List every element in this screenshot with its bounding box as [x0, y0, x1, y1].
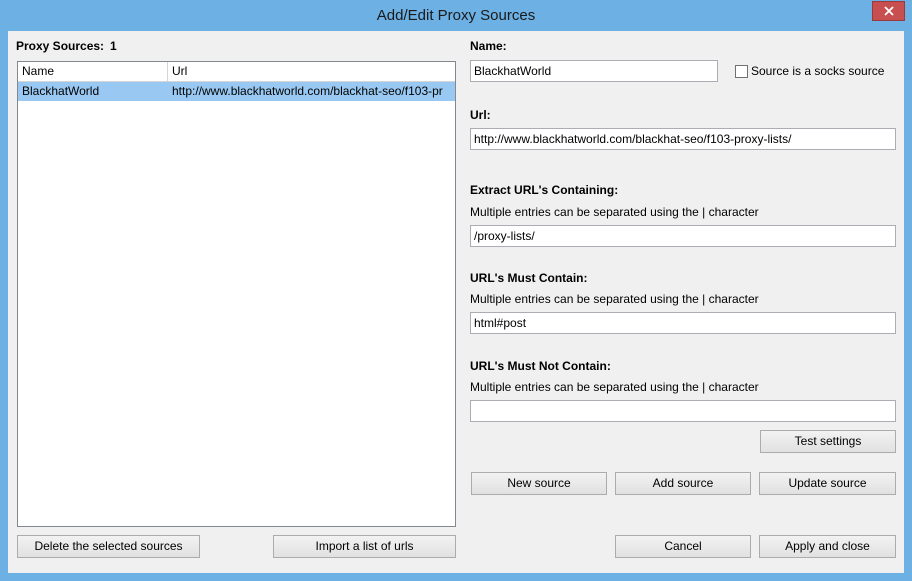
dialog-body: Proxy Sources: 1 Name Url BlackhatWorld h…: [8, 31, 904, 573]
update-source-button[interactable]: Update source: [759, 472, 896, 495]
extract-label: Extract URL's Containing:: [470, 183, 619, 197]
url-label: Url:: [470, 108, 491, 122]
close-icon: [883, 6, 894, 16]
must-not-contain-label: URL's Must Not Contain:: [470, 359, 611, 373]
title-bar[interactable]: Add/Edit Proxy Sources: [0, 0, 912, 32]
apply-and-close-button[interactable]: Apply and close: [759, 535, 896, 558]
window-title: Add/Edit Proxy Sources: [376, 7, 536, 24]
proxy-sources-dialog: Add/Edit Proxy Sources Proxy Sources: 1 N…: [0, 0, 912, 581]
import-urls-button[interactable]: Import a list of urls: [273, 535, 456, 558]
test-settings-button[interactable]: Test settings: [760, 430, 896, 453]
table-row[interactable]: BlackhatWorld http://www.blackhatworld.c…: [18, 82, 455, 101]
socks-source-checkbox[interactable]: [735, 65, 748, 78]
must-not-contain-field[interactable]: [470, 400, 896, 422]
close-button[interactable]: [872, 1, 905, 21]
name-label: Name:: [470, 39, 507, 53]
add-source-button[interactable]: Add source: [615, 472, 751, 495]
delete-sources-button[interactable]: Delete the selected sources: [17, 535, 200, 558]
table-header: Name Url: [18, 62, 455, 82]
name-field[interactable]: BlackhatWorld: [470, 60, 718, 82]
proxy-sources-table[interactable]: Name Url BlackhatWorld http://www.blackh…: [17, 61, 456, 527]
socks-source-label[interactable]: Source is a socks source: [751, 64, 884, 78]
must-not-contain-hint: Multiple entries can be separated using …: [470, 380, 759, 394]
proxy-sources-label: Proxy Sources: 1: [16, 39, 117, 53]
proxy-sources-count: 1: [110, 39, 117, 53]
url-field[interactable]: http://www.blackhatworld.com/blackhat-se…: [470, 128, 896, 150]
extract-hint: Multiple entries can be separated using …: [470, 205, 759, 219]
row-name-cell: BlackhatWorld: [22, 84, 100, 98]
must-contain-field[interactable]: html#post: [470, 312, 896, 334]
cancel-button[interactable]: Cancel: [615, 535, 751, 558]
column-header-url[interactable]: Url: [168, 62, 455, 81]
row-url-cell: http://www.blackhatworld.com/blackhat-se…: [172, 84, 443, 98]
must-contain-hint: Multiple entries can be separated using …: [470, 292, 759, 306]
column-header-name[interactable]: Name: [18, 62, 168, 81]
must-contain-label: URL's Must Contain:: [470, 271, 588, 285]
new-source-button[interactable]: New source: [471, 472, 607, 495]
extract-field[interactable]: /proxy-lists/: [470, 225, 896, 247]
